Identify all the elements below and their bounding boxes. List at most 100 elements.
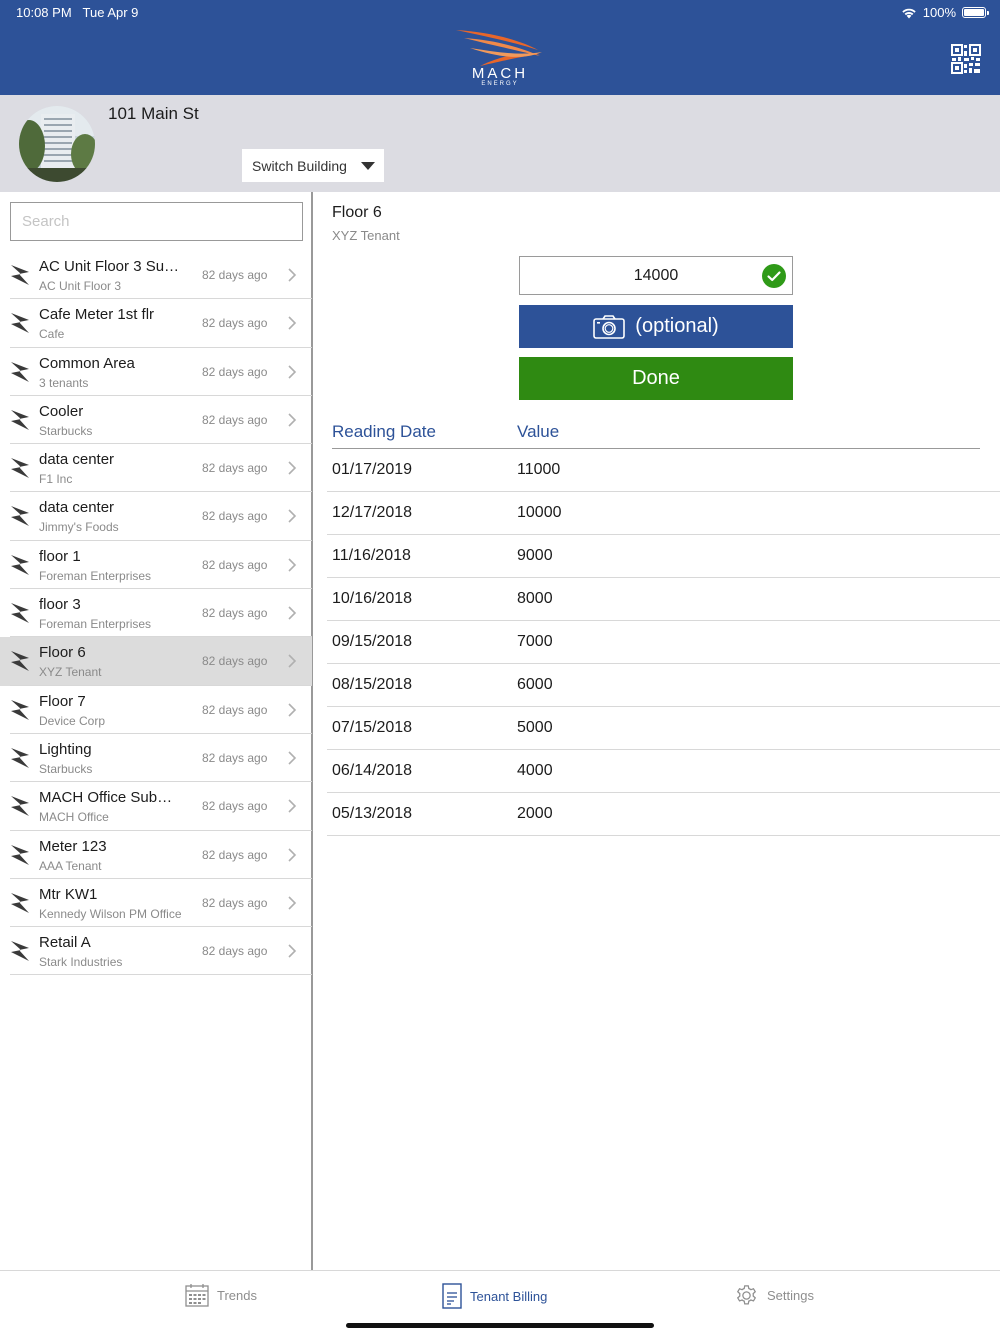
- meter-list-item[interactable]: Floor 7 Device Corp 82 days ago: [0, 686, 312, 734]
- status-indicators: 100%: [901, 5, 989, 20]
- tab-trends-label: Trends: [217, 1287, 257, 1303]
- camera-icon: [593, 314, 626, 339]
- table-row: 05/13/2018 2000: [327, 793, 1000, 836]
- meter-list-item[interactable]: floor 3 Foreman Enterprises 82 days ago: [0, 589, 312, 638]
- meter-list-item[interactable]: floor 1 Foreman Enterprises 82 days ago: [0, 541, 312, 590]
- meter-name: Meter 123: [39, 837, 107, 855]
- tab-settings[interactable]: Settings: [734, 1283, 814, 1308]
- building-avatar: [19, 106, 95, 182]
- add-photo-button[interactable]: (optional): [519, 305, 793, 348]
- readings-table: 01/17/2019 11000 12/17/2018 10000 11/16/2018…: [327, 449, 1000, 836]
- meter-name: Common Area: [39, 354, 135, 372]
- reading-value: 7000: [517, 633, 553, 650]
- meter-list-item[interactable]: Common Area 3 tenants 82 days ago: [0, 348, 312, 396]
- meter-last-reading-age: 82 days ago: [202, 847, 268, 862]
- chevron-right-icon: [288, 944, 297, 958]
- meter-last-reading-age: 82 days ago: [202, 895, 268, 910]
- reading-value-input[interactable]: [519, 256, 793, 295]
- meter-list-item[interactable]: Lighting Starbucks 82 days ago: [0, 734, 312, 783]
- meter-list-item[interactable]: Floor 6 XYZ Tenant 82 days ago: [0, 637, 312, 686]
- checkmark-icon: [762, 264, 786, 288]
- chevron-right-icon: [288, 799, 297, 813]
- building-name: 101 Main St: [108, 104, 199, 123]
- meter-last-reading-age: 82 days ago: [202, 799, 268, 814]
- meter-last-reading-age: 82 days ago: [202, 654, 268, 669]
- tab-bar: Trends Tenant Billing Settings: [0, 1270, 1000, 1334]
- reading-date: 08/15/2018: [332, 676, 413, 693]
- reading-value: 6000: [517, 676, 553, 693]
- meter-name: Mtr KW1: [39, 885, 98, 903]
- meter-name: data center: [39, 451, 115, 469]
- meter-list-panel: AC Unit Floor 3 Su… AC Unit Floor 3 82 day…: [0, 192, 313, 1270]
- reading-date: 01/17/2019: [332, 461, 413, 478]
- meter-tenant: 3 tenants: [39, 375, 89, 390]
- meter-tenant: Foreman Enterprises: [39, 568, 152, 583]
- lightning-bolt-icon: [11, 699, 29, 720]
- logo-wordmark: MACH: [471, 65, 529, 82]
- meter-list-item[interactable]: data center F1 Inc 82 days ago: [0, 444, 312, 493]
- reading-date: 06/14/2018: [332, 762, 413, 779]
- reading-date: 07/15/2018: [332, 719, 413, 736]
- qr-code-button[interactable]: [951, 44, 981, 74]
- tab-tenant-billing[interactable]: Tenant Billing: [442, 1283, 547, 1309]
- meter-detail-panel: Floor 6 XYZ Tenant (optional) Done Readi…: [315, 192, 1000, 1270]
- lightning-bolt-icon: [11, 844, 29, 865]
- meter-list-item[interactable]: Cafe Meter 1st flr Cafe 82 days ago: [0, 299, 312, 348]
- table-row: 01/17/2019 11000: [327, 449, 1000, 492]
- switch-building-dropdown[interactable]: Switch Building: [242, 149, 384, 182]
- chevron-right-icon: [288, 703, 297, 717]
- meter-last-reading-age: 82 days ago: [202, 557, 268, 572]
- table-row: 12/17/2018 10000: [327, 492, 1000, 535]
- meter-last-reading-age: 82 days ago: [202, 702, 268, 717]
- meter-last-reading-age: 82 days ago: [202, 461, 268, 476]
- search-input[interactable]: [10, 202, 303, 241]
- meter-list-item[interactable]: MACH Office Sub… MACH Office 82 days ago: [0, 782, 312, 831]
- meter-last-reading-age: 82 days ago: [202, 412, 268, 427]
- meter-tenant: Cafe: [39, 327, 65, 342]
- table-row: 09/15/2018 7000: [327, 621, 1000, 664]
- gear-icon: [736, 1285, 757, 1305]
- table-row: 10/16/2018 8000: [327, 578, 1000, 621]
- chevron-right-icon: [288, 654, 297, 668]
- readings-table-header: Reading Date Value: [332, 422, 980, 449]
- status-clock: 10:08 PM: [16, 5, 72, 20]
- status-date: Tue Apr 9: [82, 5, 139, 20]
- reading-date: 11/16/2018: [332, 547, 411, 564]
- meter-tenant: XYZ Tenant: [39, 665, 102, 680]
- meter-name: Lighting: [39, 740, 92, 758]
- chevron-right-icon: [288, 751, 297, 765]
- meter-last-reading-age: 82 days ago: [202, 944, 268, 959]
- tab-trends[interactable]: Trends: [185, 1283, 257, 1307]
- chevron-right-icon: [288, 509, 297, 524]
- lightning-bolt-icon: [11, 747, 29, 768]
- tab-tenant-billing-label: Tenant Billing: [470, 1288, 548, 1304]
- meter-list-item[interactable]: Cooler Starbucks 82 days ago: [0, 396, 312, 445]
- chevron-right-icon: [288, 461, 297, 475]
- meter-tenant: Device Corp: [39, 713, 106, 728]
- meter-name: Retail A: [39, 934, 91, 952]
- meter-list-item[interactable]: Mtr KW1 Kennedy Wilson PM Office 82 days a…: [0, 879, 312, 928]
- meter-tenant: AC Unit Floor 3: [39, 279, 122, 293]
- meter-list-item[interactable]: data center Jimmy's Foods 82 days ago: [0, 492, 312, 541]
- meter-tenant: Stark Industries: [39, 955, 123, 970]
- chevron-right-icon: [288, 365, 297, 379]
- lightning-bolt-icon: [11, 458, 29, 479]
- reading-value: 8000: [517, 590, 553, 607]
- chevron-right-icon: [288, 316, 297, 330]
- chevron-right-icon: [288, 268, 297, 282]
- done-button[interactable]: Done: [519, 357, 793, 400]
- meter-name: AC Unit Floor 3 Su…: [39, 258, 180, 275]
- meter-list-item[interactable]: AC Unit Floor 3 Su… AC Unit Floor 3 82 day…: [0, 251, 312, 300]
- building-header: 101 Main St Switch Building: [0, 95, 1000, 192]
- meter-tenant: Starbucks: [39, 423, 93, 438]
- meter-list-item[interactable]: Retail A Stark Industries 82 days ago: [0, 927, 312, 976]
- status-time: 10:08 PM Tue Apr 9: [16, 5, 138, 20]
- meter-last-reading-age: 82 days ago: [202, 509, 268, 524]
- column-header-value: Value: [517, 422, 560, 441]
- chevron-right-icon: [288, 413, 297, 427]
- home-indicator: [346, 1323, 654, 1328]
- meter-list-item[interactable]: Meter 123 AAA Tenant 82 days ago: [0, 831, 312, 879]
- battery-icon: [962, 7, 989, 18]
- meter-tenant: MACH Office: [39, 810, 109, 825]
- meter-name: Cooler: [39, 402, 84, 420]
